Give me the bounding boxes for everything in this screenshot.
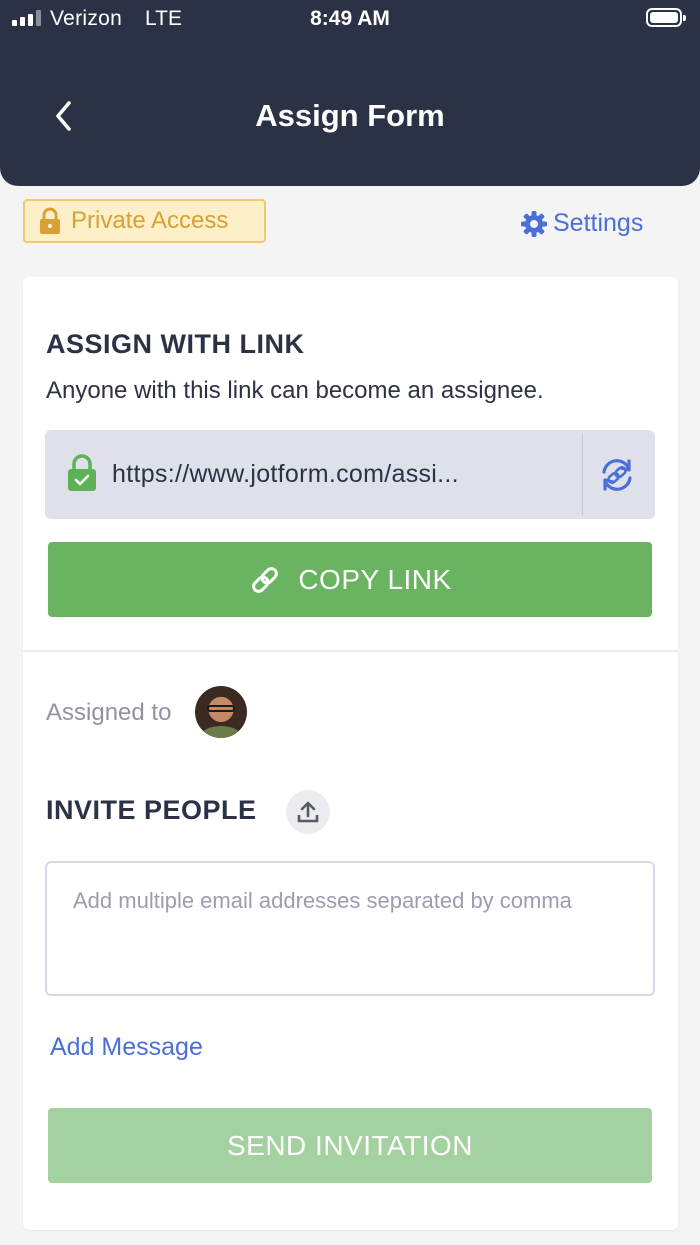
- chain-link-icon: [248, 563, 282, 597]
- page-title: Assign Form: [255, 98, 445, 133]
- share-link-field[interactable]: https://www.jotform.com/assi...: [45, 430, 655, 519]
- assign-link-description: Anyone with this link can become an assi…: [46, 377, 544, 404]
- upload-contacts-button[interactable]: [286, 790, 330, 834]
- assigned-to-label: Assigned to: [46, 699, 172, 726]
- lock-icon: [38, 207, 62, 235]
- settings-label: Settings: [553, 209, 644, 237]
- invite-people-heading: INVITE PEOPLE: [46, 795, 257, 825]
- section-divider: [23, 650, 678, 652]
- status-time: 8:49 AM: [310, 7, 390, 30]
- send-invitation-button[interactable]: SEND INVITATION: [48, 1108, 652, 1183]
- assign-with-link-heading: ASSIGN WITH LINK: [46, 329, 305, 359]
- private-access-label: Private Access: [71, 207, 229, 234]
- refresh-link-icon[interactable]: [598, 456, 636, 494]
- status-bar: Verizon LTE 8:49 AM: [0, 0, 700, 40]
- share-link-url: https://www.jotform.com/assi...: [112, 460, 459, 488]
- private-access-badge[interactable]: Private Access: [23, 199, 266, 243]
- link-field-divider: [582, 433, 583, 516]
- assign-card: ASSIGN WITH LINK Anyone with this link c…: [23, 277, 678, 1230]
- add-message-link[interactable]: Add Message: [50, 1033, 203, 1062]
- copy-link-button[interactable]: COPY LINK: [48, 542, 652, 617]
- secure-lock-icon: [68, 454, 96, 491]
- app-header: Verizon LTE 8:49 AM Assign Form: [0, 0, 700, 186]
- email-addresses-input[interactable]: [45, 861, 655, 996]
- send-invitation-label: SEND INVITATION: [226, 1129, 474, 1161]
- gear-icon: [520, 210, 548, 238]
- upload-icon: [297, 801, 319, 823]
- battery-icon: [646, 8, 686, 27]
- assignee-avatar[interactable]: [195, 686, 247, 738]
- copy-link-label: COPY LINK: [298, 563, 452, 595]
- settings-link[interactable]: Settings: [520, 209, 643, 238]
